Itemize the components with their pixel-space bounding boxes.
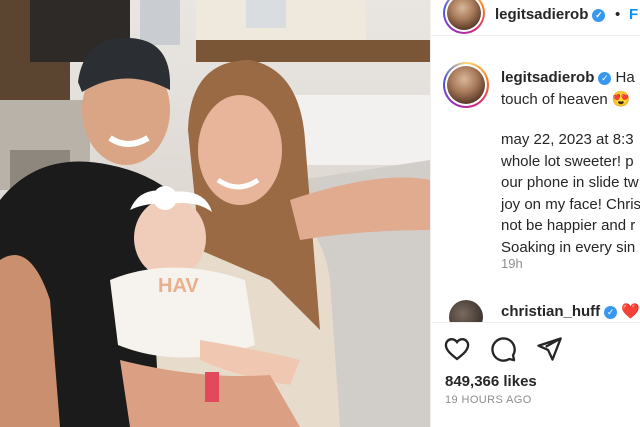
caption-body-line: whole lot sweeter! p xyxy=(501,152,634,170)
header-avatar[interactable] xyxy=(443,0,485,34)
likes-count[interactable]: 849,366 likes xyxy=(445,373,537,390)
onesie-text: HAV xyxy=(158,275,199,297)
verified-check-icon: ✓ xyxy=(598,72,612,85)
baby-face xyxy=(134,198,206,278)
comment-bubble-icon[interactable] xyxy=(489,335,517,363)
header-username[interactable]: legitsadierob ✓ xyxy=(495,6,606,23)
caption-body-line: Soaking in every sin xyxy=(501,238,636,256)
pillow xyxy=(290,95,430,165)
post-photo[interactable]: HAV xyxy=(0,0,430,427)
caption-body-line: joy on my face! Chris xyxy=(501,195,640,213)
wood-shelf xyxy=(196,40,430,62)
paper-plane-icon[interactable] xyxy=(535,335,563,363)
heart-outline-icon[interactable] xyxy=(443,335,471,363)
caption-avatar[interactable] xyxy=(443,62,489,108)
wall-device xyxy=(246,0,286,28)
instagram-post-panel: legitsadierob ✓ • F legitsadierob ✓ Ha tou… xyxy=(430,0,640,427)
caption-body-line: may 22, 2023 at 8:3 xyxy=(501,131,634,148)
comment-row: christian_huff ✓ ❤️ xyxy=(501,302,640,320)
caption-username[interactable]: legitsadierob xyxy=(501,69,594,86)
baby-bow xyxy=(153,186,177,210)
post-header: legitsadierob ✓ • F xyxy=(431,0,640,36)
caption-body-line: not be happier and r xyxy=(501,217,636,234)
comment-heart-emoji: ❤️ xyxy=(621,303,640,320)
posted-time: 19 HOURS AGO xyxy=(445,394,532,406)
verified-check-icon: ✓ xyxy=(592,9,606,22)
hospital-bracelet xyxy=(205,372,219,402)
caption-text-start: Ha xyxy=(615,69,635,86)
comment-username[interactable]: christian_huff xyxy=(501,303,600,320)
verified-check-icon: ✓ xyxy=(604,306,618,319)
medical-monitor xyxy=(140,0,180,45)
photo-scene: HAV xyxy=(0,0,430,427)
caption-timestamp[interactable]: 19h xyxy=(501,256,523,271)
caption-second-line: touch of heaven 😍 xyxy=(501,91,631,108)
caption-first-line: legitsadierob ✓ Ha xyxy=(501,69,635,86)
post-actions-bar: 849,366 likes 19 HOURS AGO xyxy=(431,322,640,427)
header-dot: • xyxy=(615,6,621,23)
header-username-text[interactable]: legitsadierob xyxy=(495,6,588,23)
caption-body-line: our phone in slide tw xyxy=(501,174,639,191)
caption-body: may 22, 2023 at 8:3 whole lot sweeter! p… xyxy=(501,129,640,258)
follow-button[interactable]: F xyxy=(629,6,638,23)
